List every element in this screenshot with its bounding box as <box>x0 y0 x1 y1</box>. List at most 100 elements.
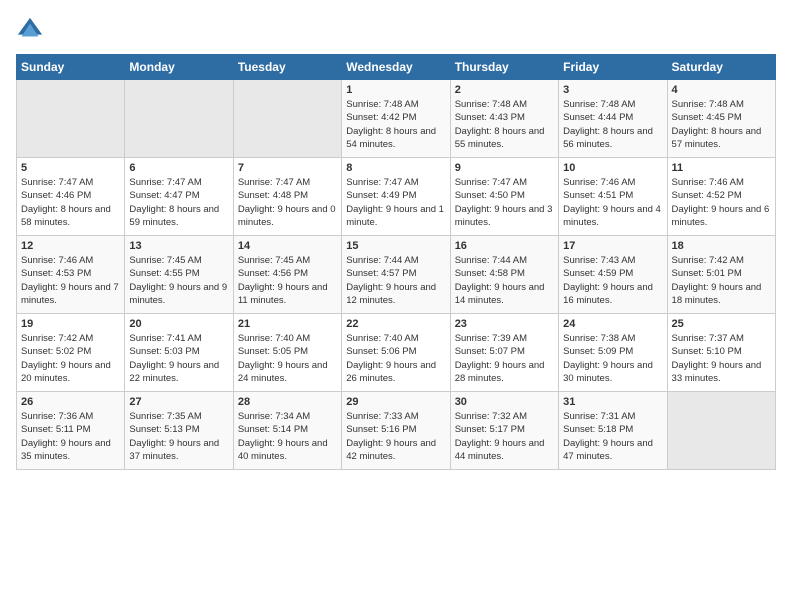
sunset-text: Sunset: 4:57 PM <box>346 267 445 280</box>
sunset-text: Sunset: 4:52 PM <box>672 189 771 202</box>
sunrise-text: Sunrise: 7:46 AM <box>563 176 662 189</box>
sunset-text: Sunset: 5:03 PM <box>129 345 228 358</box>
day-number: 3 <box>563 84 662 96</box>
sunrise-text: Sunrise: 7:36 AM <box>21 410 120 423</box>
daylight-text: Daylight: 9 hours and 11 minutes. <box>238 281 337 308</box>
calendar-cell: 11 Sunrise: 7:46 AM Sunset: 4:52 PM Dayl… <box>667 158 775 236</box>
calendar-cell: 6 Sunrise: 7:47 AM Sunset: 4:47 PM Dayli… <box>125 158 233 236</box>
day-number: 12 <box>21 240 120 252</box>
day-info: Sunrise: 7:42 AM Sunset: 5:01 PM Dayligh… <box>672 254 771 307</box>
sunrise-text: Sunrise: 7:46 AM <box>672 176 771 189</box>
sunrise-text: Sunrise: 7:42 AM <box>672 254 771 267</box>
day-info: Sunrise: 7:41 AM Sunset: 5:03 PM Dayligh… <box>129 332 228 385</box>
day-info: Sunrise: 7:43 AM Sunset: 4:59 PM Dayligh… <box>563 254 662 307</box>
sunset-text: Sunset: 4:48 PM <box>238 189 337 202</box>
sunrise-text: Sunrise: 7:31 AM <box>563 410 662 423</box>
day-number: 10 <box>563 162 662 174</box>
calendar-cell: 17 Sunrise: 7:43 AM Sunset: 4:59 PM Dayl… <box>559 236 667 314</box>
calendar-cell <box>125 80 233 158</box>
sunset-text: Sunset: 5:14 PM <box>238 423 337 436</box>
day-number: 8 <box>346 162 445 174</box>
sunset-text: Sunset: 4:53 PM <box>21 267 120 280</box>
calendar-cell <box>233 80 341 158</box>
daylight-text: Daylight: 9 hours and 1 minute. <box>346 203 445 230</box>
sunrise-text: Sunrise: 7:35 AM <box>129 410 228 423</box>
daylight-text: Daylight: 8 hours and 59 minutes. <box>129 203 228 230</box>
calendar-cell: 2 Sunrise: 7:48 AM Sunset: 4:43 PM Dayli… <box>450 80 558 158</box>
calendar-cell: 18 Sunrise: 7:42 AM Sunset: 5:01 PM Dayl… <box>667 236 775 314</box>
calendar-week: 19 Sunrise: 7:42 AM Sunset: 5:02 PM Dayl… <box>17 314 776 392</box>
day-number: 23 <box>455 318 554 330</box>
day-info: Sunrise: 7:47 AM Sunset: 4:47 PM Dayligh… <box>129 176 228 229</box>
sunset-text: Sunset: 5:07 PM <box>455 345 554 358</box>
day-info: Sunrise: 7:38 AM Sunset: 5:09 PM Dayligh… <box>563 332 662 385</box>
calendar-cell: 27 Sunrise: 7:35 AM Sunset: 5:13 PM Dayl… <box>125 392 233 470</box>
daylight-text: Daylight: 9 hours and 9 minutes. <box>129 281 228 308</box>
day-info: Sunrise: 7:47 AM Sunset: 4:48 PM Dayligh… <box>238 176 337 229</box>
day-info: Sunrise: 7:40 AM Sunset: 5:06 PM Dayligh… <box>346 332 445 385</box>
sunrise-text: Sunrise: 7:47 AM <box>238 176 337 189</box>
calendar-cell: 22 Sunrise: 7:40 AM Sunset: 5:06 PM Dayl… <box>342 314 450 392</box>
calendar-cell: 13 Sunrise: 7:45 AM Sunset: 4:55 PM Dayl… <box>125 236 233 314</box>
calendar-cell: 16 Sunrise: 7:44 AM Sunset: 4:58 PM Dayl… <box>450 236 558 314</box>
calendar: SundayMondayTuesdayWednesdayThursdayFrid… <box>16 54 776 470</box>
sunset-text: Sunset: 4:58 PM <box>455 267 554 280</box>
day-number: 19 <box>21 318 120 330</box>
day-number: 6 <box>129 162 228 174</box>
daylight-text: Daylight: 9 hours and 4 minutes. <box>563 203 662 230</box>
sunrise-text: Sunrise: 7:42 AM <box>21 332 120 345</box>
sunset-text: Sunset: 5:10 PM <box>672 345 771 358</box>
sunrise-text: Sunrise: 7:45 AM <box>129 254 228 267</box>
day-info: Sunrise: 7:42 AM Sunset: 5:02 PM Dayligh… <box>21 332 120 385</box>
daylight-text: Daylight: 9 hours and 30 minutes. <box>563 359 662 386</box>
daylight-text: Daylight: 8 hours and 55 minutes. <box>455 125 554 152</box>
day-info: Sunrise: 7:44 AM Sunset: 4:57 PM Dayligh… <box>346 254 445 307</box>
day-info: Sunrise: 7:32 AM Sunset: 5:17 PM Dayligh… <box>455 410 554 463</box>
day-info: Sunrise: 7:36 AM Sunset: 5:11 PM Dayligh… <box>21 410 120 463</box>
day-info: Sunrise: 7:34 AM Sunset: 5:14 PM Dayligh… <box>238 410 337 463</box>
day-number: 21 <box>238 318 337 330</box>
day-number: 13 <box>129 240 228 252</box>
sunset-text: Sunset: 4:46 PM <box>21 189 120 202</box>
daylight-text: Daylight: 9 hours and 44 minutes. <box>455 437 554 464</box>
sunrise-text: Sunrise: 7:48 AM <box>346 98 445 111</box>
daylight-text: Daylight: 8 hours and 56 minutes. <box>563 125 662 152</box>
sunset-text: Sunset: 4:56 PM <box>238 267 337 280</box>
calendar-body: 1 Sunrise: 7:48 AM Sunset: 4:42 PM Dayli… <box>17 80 776 470</box>
sunset-text: Sunset: 5:11 PM <box>21 423 120 436</box>
sunrise-text: Sunrise: 7:44 AM <box>455 254 554 267</box>
calendar-cell: 9 Sunrise: 7:47 AM Sunset: 4:50 PM Dayli… <box>450 158 558 236</box>
day-number: 4 <box>672 84 771 96</box>
sunset-text: Sunset: 5:06 PM <box>346 345 445 358</box>
calendar-cell: 3 Sunrise: 7:48 AM Sunset: 4:44 PM Dayli… <box>559 80 667 158</box>
day-info: Sunrise: 7:47 AM Sunset: 4:49 PM Dayligh… <box>346 176 445 229</box>
sunrise-text: Sunrise: 7:40 AM <box>346 332 445 345</box>
day-number: 7 <box>238 162 337 174</box>
sunrise-text: Sunrise: 7:47 AM <box>346 176 445 189</box>
sunrise-text: Sunrise: 7:48 AM <box>672 98 771 111</box>
weekday-header: Monday <box>125 55 233 80</box>
daylight-text: Daylight: 8 hours and 57 minutes. <box>672 125 771 152</box>
day-number: 26 <box>21 396 120 408</box>
weekday-header: Friday <box>559 55 667 80</box>
calendar-cell: 10 Sunrise: 7:46 AM Sunset: 4:51 PM Dayl… <box>559 158 667 236</box>
sunrise-text: Sunrise: 7:43 AM <box>563 254 662 267</box>
sunrise-text: Sunrise: 7:47 AM <box>455 176 554 189</box>
sunset-text: Sunset: 5:17 PM <box>455 423 554 436</box>
sunrise-text: Sunrise: 7:47 AM <box>129 176 228 189</box>
daylight-text: Daylight: 9 hours and 33 minutes. <box>672 359 771 386</box>
daylight-text: Daylight: 9 hours and 7 minutes. <box>21 281 120 308</box>
sunset-text: Sunset: 5:16 PM <box>346 423 445 436</box>
day-info: Sunrise: 7:44 AM Sunset: 4:58 PM Dayligh… <box>455 254 554 307</box>
day-number: 28 <box>238 396 337 408</box>
day-info: Sunrise: 7:45 AM Sunset: 4:55 PM Dayligh… <box>129 254 228 307</box>
calendar-cell: 19 Sunrise: 7:42 AM Sunset: 5:02 PM Dayl… <box>17 314 125 392</box>
daylight-text: Daylight: 8 hours and 58 minutes. <box>21 203 120 230</box>
calendar-cell: 31 Sunrise: 7:31 AM Sunset: 5:18 PM Dayl… <box>559 392 667 470</box>
sunrise-text: Sunrise: 7:47 AM <box>21 176 120 189</box>
daylight-text: Daylight: 9 hours and 14 minutes. <box>455 281 554 308</box>
day-info: Sunrise: 7:46 AM Sunset: 4:52 PM Dayligh… <box>672 176 771 229</box>
sunrise-text: Sunrise: 7:48 AM <box>563 98 662 111</box>
day-number: 16 <box>455 240 554 252</box>
day-number: 14 <box>238 240 337 252</box>
